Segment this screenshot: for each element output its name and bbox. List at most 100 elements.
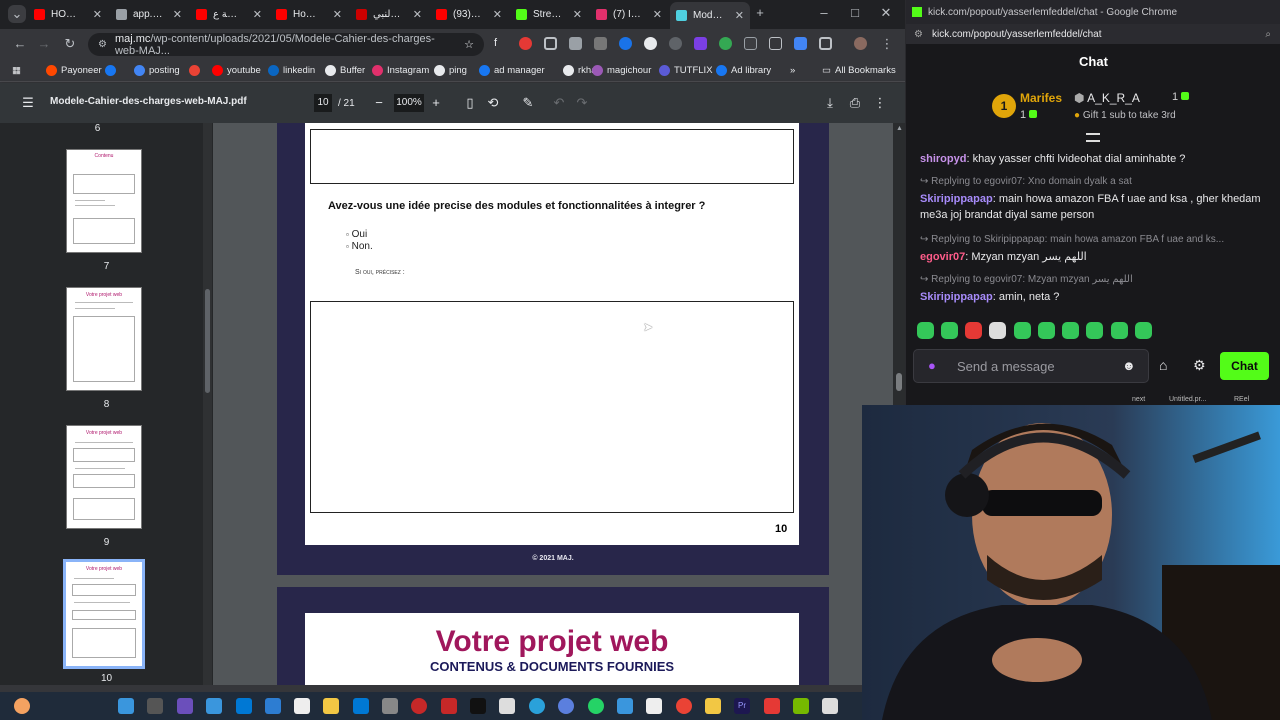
- bookmark-item[interactable]: Ad library: [716, 63, 771, 78]
- app-icon[interactable]: [558, 698, 574, 714]
- download-icon[interactable]: ⤓: [822, 95, 838, 111]
- app-icon[interactable]: [441, 698, 457, 714]
- fit-page-icon[interactable]: ▯: [462, 95, 478, 111]
- all-bookmarks-folder[interactable]: ▭ All Bookmarks: [822, 63, 896, 78]
- tab-close-icon[interactable]: ✕: [329, 8, 342, 21]
- site-info-icon[interactable]: ⚙: [98, 39, 107, 50]
- extension-font-icon[interactable]: f: [494, 37, 507, 50]
- close-window-button[interactable]: ✕: [877, 4, 895, 22]
- forward-icon[interactable]: →: [35, 35, 53, 53]
- browser-tab[interactable]: (7) Insta ✕: [590, 4, 668, 25]
- app-icon[interactable]: [206, 698, 222, 714]
- zoom-in-icon[interactable]: +: [428, 95, 444, 110]
- mic-icon[interactable]: ●: [928, 358, 936, 373]
- option-no[interactable]: ▫ Non.: [346, 241, 373, 252]
- app-icon[interactable]: [294, 698, 310, 714]
- bookmark-item[interactable]: youtube: [212, 63, 261, 78]
- app-icon[interactable]: [499, 698, 515, 714]
- emote-icon[interactable]: [1062, 322, 1079, 339]
- extension-box-icon[interactable]: [744, 37, 757, 50]
- collapse-icon[interactable]: [1086, 133, 1100, 142]
- tab-close-icon[interactable]: ✕: [731, 9, 744, 22]
- sidebar-scrollbar[interactable]: [203, 123, 212, 685]
- emote-icon[interactable]: [965, 322, 982, 339]
- new-tab-button[interactable]: +: [751, 4, 769, 22]
- bookmark-item[interactable]: posting: [134, 63, 180, 78]
- whatsapp-icon[interactable]: [588, 698, 604, 714]
- page-number-input[interactable]: 10: [314, 94, 332, 112]
- emote-icon[interactable]: [941, 322, 958, 339]
- settings-icon[interactable]: [382, 698, 398, 714]
- tab-close-icon[interactable]: ✕: [169, 8, 182, 21]
- bookmark-item[interactable]: TUTFLIX: [659, 63, 713, 78]
- bookmark-item[interactable]: [105, 63, 120, 78]
- emote-icon[interactable]: [1038, 322, 1055, 339]
- emote-icon[interactable]: [917, 322, 934, 339]
- option-yes[interactable]: ▫ Oui: [346, 229, 367, 240]
- bookmark-item[interactable]: ping: [434, 63, 467, 78]
- tab-close-icon[interactable]: ✕: [489, 8, 502, 21]
- reply-context[interactable]: ↪ Replying to egovir07: Xno domain dyalk…: [920, 176, 1265, 187]
- profile-avatar[interactable]: [854, 37, 867, 50]
- extension-gray-icon[interactable]: [669, 37, 682, 50]
- bookmark-item[interactable]: magichour: [592, 63, 651, 78]
- leader-name[interactable]: Marifes: [1020, 91, 1062, 105]
- bookmark-star-icon[interactable]: ☆: [464, 38, 474, 51]
- reply-context[interactable]: ↪ Replying to Skiripippapap: main howa a…: [920, 234, 1265, 245]
- zoom-icon[interactable]: ⌕: [1265, 29, 1271, 40]
- chat-username[interactable]: Skiripippapap: [920, 291, 993, 303]
- tab-close-icon[interactable]: ✕: [89, 8, 102, 21]
- file-explorer-icon[interactable]: [705, 698, 721, 714]
- browser-tab[interactable]: (93) How ✕: [430, 4, 508, 25]
- browser-tab[interactable]: HOW Tc ✕: [28, 4, 108, 25]
- bookmark-item[interactable]: Payoneer: [46, 63, 102, 78]
- copilot-icon[interactable]: [177, 698, 193, 714]
- bookmark-item[interactable]: Buffer: [325, 63, 365, 78]
- tab-close-icon[interactable]: ✕: [409, 8, 422, 21]
- undo-icon[interactable]: ↶: [551, 95, 567, 111]
- reload-icon[interactable]: ↻: [61, 35, 79, 53]
- emote-icon[interactable]: [989, 322, 1006, 339]
- extensions-puzzle-icon[interactable]: [819, 37, 832, 50]
- store-icon[interactable]: ⌂: [1159, 357, 1167, 373]
- thumbnail-page-9[interactable]: Votre projet web: [66, 425, 142, 529]
- bookmark-item[interactable]: Instagram: [372, 63, 429, 78]
- browser-tab[interactable]: Stream ✕: [510, 4, 588, 25]
- extension-white-icon[interactable]: [644, 37, 657, 50]
- outlook-icon[interactable]: [353, 698, 369, 714]
- weather-icon[interactable]: [14, 698, 30, 714]
- extension-record-icon[interactable]: [519, 37, 532, 50]
- pdf-more-icon[interactable]: ⋮: [872, 95, 888, 111]
- browser-tab[interactable]: خمسة ع ✕: [190, 4, 268, 25]
- browser-tab[interactable]: عمان النبي ✕: [350, 4, 428, 25]
- chat-username[interactable]: Skiripippapap: [920, 193, 993, 205]
- site-info-icon[interactable]: ⚙: [914, 29, 923, 40]
- chat-username[interactable]: egovir07: [920, 251, 965, 263]
- reply-context[interactable]: ↪ Replying to egovir07: Mzyan mzyan الله…: [920, 274, 1265, 285]
- apps-grid-icon[interactable]: ▦: [12, 63, 21, 78]
- chat-input[interactable]: ● Send a message ☻: [913, 349, 1149, 383]
- emote-icon[interactable]: [1086, 322, 1103, 339]
- premiere-icon[interactable]: Pr: [734, 698, 750, 714]
- second-name[interactable]: ⬢ A_K_R_A: [1074, 91, 1140, 105]
- start-button[interactable]: [118, 698, 134, 714]
- pdf-menu-icon[interactable]: ☰: [20, 95, 36, 111]
- emoji-icon[interactable]: ☻: [1122, 358, 1136, 373]
- extension-camera-icon[interactable]: [569, 37, 582, 50]
- extension-grid-icon[interactable]: [594, 37, 607, 50]
- extension-edit-icon[interactable]: [769, 37, 782, 50]
- tiktok-icon[interactable]: [470, 698, 486, 714]
- bookmarks-overflow-icon[interactable]: »: [790, 63, 795, 78]
- back-icon[interactable]: ←: [11, 35, 29, 53]
- app-icon[interactable]: [265, 698, 281, 714]
- chat-username[interactable]: shiropyd: [920, 153, 966, 165]
- bookmark-item[interactable]: [189, 63, 204, 78]
- extension-diamond-icon[interactable]: [794, 37, 807, 50]
- print-icon[interactable]: ⎙: [847, 95, 863, 111]
- bookmark-item[interactable]: linkedin: [268, 63, 315, 78]
- tab-close-icon[interactable]: ✕: [649, 8, 662, 21]
- minimize-button[interactable]: –: [815, 4, 833, 22]
- send-chat-button[interactable]: Chat: [1220, 352, 1269, 380]
- browser-tab[interactable]: Modele ✕: [670, 2, 750, 29]
- annotate-icon[interactable]: ✎: [520, 95, 536, 111]
